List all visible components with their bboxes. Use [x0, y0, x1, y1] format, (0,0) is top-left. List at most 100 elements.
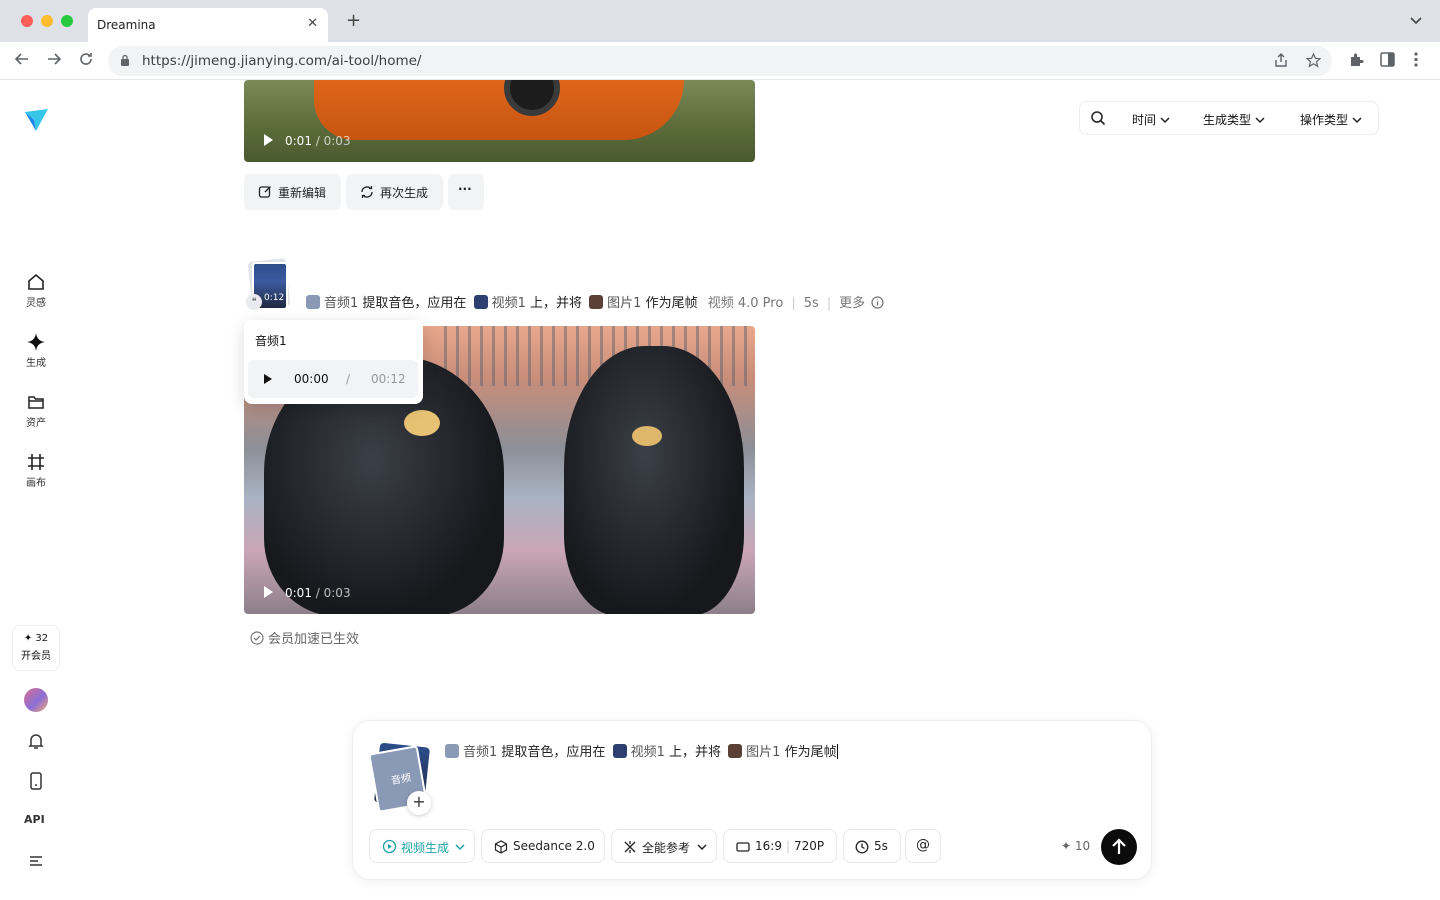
model-selector[interactable]: Seedance 2.0: [481, 829, 605, 863]
image-chip-icon: [589, 295, 604, 309]
video-total-time: 0:03: [323, 586, 351, 600]
reference-upload-stack[interactable]: 音频 +: [368, 742, 435, 815]
audio-current-time: 00:00: [294, 372, 329, 386]
address-bar[interactable]: https://jimeng.jianying.com/ai-tool/home…: [108, 46, 1332, 76]
time-filter-label: 时间: [1132, 113, 1157, 127]
aspect-ratio-label: 16:9: [755, 839, 782, 853]
close-window-button[interactable]: [21, 15, 33, 27]
audio-reference[interactable]: 音频1: [463, 745, 497, 760]
prompt-text: 上，并将: [669, 745, 722, 760]
dreamina-logo[interactable]: [22, 106, 50, 134]
add-reference-icon[interactable]: +: [407, 791, 431, 815]
play-icon[interactable]: [264, 374, 272, 384]
avatar[interactable]: [24, 688, 48, 712]
back-icon[interactable]: [14, 51, 30, 71]
video-reference[interactable]: 视频1: [631, 745, 665, 760]
record-prompt: 音频1 提取音色，应用在 视频1 上，并将 图片1 作为尾帧 视频 4.0 Pr…: [306, 292, 884, 311]
sidebar-item-assets[interactable]: 资产: [12, 392, 60, 429]
prompt-text: 作为尾帧: [784, 745, 837, 760]
audio-chip-icon: [445, 744, 459, 758]
filter-bar: 时间 生成类型 操作类型: [1079, 101, 1379, 135]
share-icon[interactable]: [1274, 53, 1288, 72]
prompt-composer: 音频 + 音频1 提取音色，应用在 视频1 上，并将 图片1 作为尾帧 视频生成…: [352, 720, 1152, 880]
reload-icon[interactable]: [78, 51, 94, 71]
play-icon[interactable]: [264, 134, 273, 146]
new-tab-button[interactable]: +: [346, 12, 361, 30]
browser-menu-icon[interactable]: [1414, 52, 1418, 71]
search-icon[interactable]: [1090, 110, 1106, 129]
chevron-down-icon[interactable]: [1410, 14, 1422, 28]
video-result-1[interactable]: 0:01 / 0:03: [244, 80, 755, 162]
mode-label: 视频生成: [401, 841, 450, 855]
edit-icon: [258, 186, 271, 198]
time-divider: /: [346, 372, 351, 386]
wheel-shape: [504, 80, 560, 116]
mention-button[interactable]: @: [905, 829, 941, 863]
image-reference[interactable]: 图片1: [607, 296, 641, 311]
generation-type-label: 生成类型: [1203, 113, 1252, 127]
sidebar-item-inspiration[interactable]: 灵感: [12, 272, 60, 309]
bookmark-star-icon[interactable]: [1305, 52, 1322, 72]
minimize-window-button[interactable]: [41, 15, 53, 27]
chevron-down-icon: [1255, 117, 1265, 124]
api-link[interactable]: API: [24, 813, 45, 826]
sidebar-item-canvas[interactable]: 画布: [12, 452, 60, 489]
time-filter-dropdown[interactable]: 时间: [1132, 111, 1170, 128]
credit-count: ✦ 32: [23, 633, 49, 644]
operation-type-dropdown[interactable]: 操作类型: [1300, 111, 1362, 128]
play-icon[interactable]: [264, 586, 273, 598]
mobile-icon[interactable]: [26, 771, 46, 795]
model-name: 视频 4.0 Pro: [707, 296, 784, 311]
mode-dropdown[interactable]: 视频生成: [369, 829, 475, 863]
audio-thumb-label: 音频: [390, 772, 413, 788]
regenerate-button[interactable]: 再次生成: [346, 174, 443, 210]
browser-toolbar: https://jimeng.jianying.com/ai-tool/home…: [0, 42, 1440, 80]
info-icon[interactable]: [871, 296, 884, 309]
bell-icon[interactable]: [26, 731, 46, 755]
reedit-label: 重新编辑: [278, 186, 327, 200]
more-details-link[interactable]: 更多: [839, 296, 865, 311]
sidepanel-icon[interactable]: [1380, 52, 1395, 71]
ratio-resolution-selector[interactable]: 16:9 | 720P: [723, 829, 837, 863]
sidebar-item-generate[interactable]: 生成: [12, 332, 60, 369]
send-button[interactable]: [1101, 829, 1137, 865]
zoom-window-button[interactable]: [61, 15, 73, 27]
menu-icon[interactable]: [26, 851, 46, 875]
forward-icon[interactable]: [46, 51, 62, 71]
sparkle-icon: ✦: [1061, 839, 1075, 853]
vip-label: 开会员: [21, 651, 51, 662]
image-reference[interactable]: 图片1: [746, 745, 780, 760]
audio-reference[interactable]: 音频1: [324, 296, 358, 311]
at-icon: @: [916, 837, 930, 853]
arrow-up-icon: [1112, 838, 1126, 854]
vip-membership-button[interactable]: ✦ 32 开会员: [12, 625, 60, 671]
sidebar-item-label: 生成: [26, 358, 46, 369]
prompt-input[interactable]: 音频1 提取音色，应用在 视频1 上，并将 图片1 作为尾帧: [445, 741, 838, 760]
audio-title: 音频1: [255, 334, 287, 348]
chevron-down-icon: [1352, 117, 1362, 124]
folder-icon: [28, 396, 44, 409]
reference-thumbnail-stack[interactable]: 0:12 ❝: [246, 258, 292, 312]
browser-tabbar: Dreamina ✕ +: [0, 0, 1440, 42]
extensions-icon[interactable]: [1348, 52, 1364, 72]
model-label: Seedance 2.0: [513, 839, 595, 853]
sparkle-icon: [27, 333, 45, 351]
duration-selector[interactable]: 5s: [843, 829, 901, 863]
url-text: https://jimeng.jianying.com/ai-tool/home…: [142, 53, 422, 69]
close-tab-icon[interactable]: ✕: [307, 16, 318, 31]
video-current-time: 0:01: [285, 134, 312, 148]
more-actions-button[interactable]: ···: [448, 174, 484, 210]
left-sidebar: 灵感 生成 资产 画布 ✦ 32 开会员 API: [0, 80, 72, 900]
reedit-button[interactable]: 重新编辑: [244, 174, 341, 210]
video-reference[interactable]: 视频1: [492, 296, 526, 311]
image-chip-icon: [728, 744, 743, 758]
clock-icon: [855, 840, 869, 854]
pill-divider: |: [786, 839, 791, 853]
reference-mode-dropdown[interactable]: 全能参考: [611, 829, 717, 863]
resolution-label: 720P: [794, 839, 825, 853]
operation-type-label: 操作类型: [1300, 113, 1349, 127]
video-total-time: 0:03: [323, 134, 351, 148]
generation-type-dropdown[interactable]: 生成类型: [1203, 111, 1265, 128]
chevron-down-icon: [455, 844, 465, 851]
browser-tab[interactable]: Dreamina ✕: [88, 8, 328, 42]
